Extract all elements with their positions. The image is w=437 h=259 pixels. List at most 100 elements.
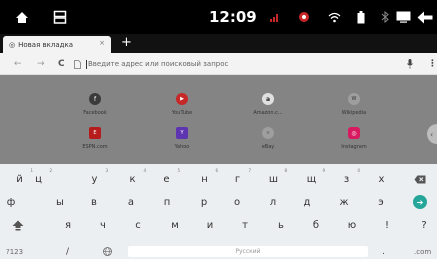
shortcut-ebay[interactable]: e eBay [243, 127, 293, 150]
key-label: ш [268, 173, 279, 185]
key-ц[interactable]: ц2 [19, 168, 58, 190]
key-label: к [129, 173, 136, 185]
tab-close-icon[interactable]: × [99, 39, 105, 47]
recents-icon[interactable] [52, 0, 68, 34]
address-placeholder: Введите адрес или поисковый запрос [88, 60, 229, 68]
vpn-icon [297, 0, 311, 34]
key-ь[interactable]: ь [270, 214, 292, 236]
key-label: г [234, 173, 241, 185]
browser-toolbar: ← → C Введите адрес или поисковый запрос… [0, 53, 437, 75]
key-э[interactable]: э [370, 191, 392, 213]
new-tab-page: f Facebook ▶ YouTube a Amazon.c... W Wik… [0, 75, 437, 164]
shortcut-yahoo[interactable]: Y Yahoo [157, 127, 207, 150]
key-hint: 2 [49, 168, 52, 173]
key-label: е [163, 173, 170, 185]
shortcut-youtube[interactable]: ▶ YouTube [157, 93, 207, 116]
key-р[interactable]: р [193, 191, 215, 213]
key-label: ц [35, 173, 42, 185]
key-hint: 0 [357, 168, 360, 173]
key-с[interactable]: с [127, 214, 149, 236]
key-о[interactable]: о [226, 191, 248, 213]
status-bar: 12:09 [0, 0, 437, 34]
tab-new-tab[interactable]: ◎ Новая вкладка × [3, 36, 111, 53]
amazon-icon: a [262, 93, 274, 105]
key-г[interactable]: г7 [218, 168, 257, 190]
key-hint: 7 [248, 168, 251, 173]
key-и[interactable]: и [199, 214, 221, 236]
shortcut-label: Instagram [341, 144, 367, 150]
facebook-icon: f [89, 93, 101, 105]
text-cursor [86, 59, 87, 69]
key-б[interactable]: б [305, 214, 327, 236]
key-ф[interactable]: ф [0, 191, 22, 213]
menu-icon[interactable]: ⋮ [428, 53, 437, 75]
key-ш[interactable]: ш8 [254, 168, 293, 190]
key-ю[interactable]: ю [341, 214, 363, 236]
back-arrow-icon[interactable] [416, 0, 434, 34]
key-exclamation[interactable]: ! [376, 214, 398, 236]
shortcut-amazon[interactable]: a Amazon.c... [243, 93, 293, 116]
key-ы[interactable]: ы [49, 191, 71, 213]
screen-icon [394, 0, 412, 34]
back-icon[interactable]: ← [14, 53, 22, 75]
key-х[interactable]: х [362, 168, 401, 190]
key-у[interactable]: у3 [75, 168, 114, 190]
page-info-icon [74, 53, 81, 75]
shortcut-label: Facebook [83, 110, 107, 116]
address-bar[interactable]: Введите адрес или поисковый запрос [86, 57, 228, 71]
wifi-icon [327, 0, 341, 34]
key-question[interactable]: ? [413, 214, 435, 236]
signal-icon [268, 0, 282, 34]
screen: 12:09 ◎ Новая вкладка × + ← → C Введите … [0, 0, 437, 259]
symbols-key[interactable]: ?123 [6, 246, 23, 257]
globe-icon[interactable] [103, 246, 112, 257]
clock-time: 12:09 [209, 8, 257, 26]
reload-icon[interactable]: C [58, 53, 65, 75]
instagram-icon: ◎ [348, 127, 360, 139]
home-icon[interactable] [14, 0, 30, 34]
key-label: х [378, 173, 385, 185]
key-slash[interactable]: / [66, 246, 69, 257]
shortcut-espn[interactable]: E ESPN.com [70, 127, 120, 150]
key-я[interactable]: я [57, 214, 79, 236]
shortcut-label: ESPN.com [82, 144, 108, 150]
key-т[interactable]: т [234, 214, 256, 236]
key-щ[interactable]: щ9 [292, 168, 331, 190]
shortcut-facebook[interactable]: f Facebook [70, 93, 120, 116]
key-з[interactable]: з0 [327, 168, 366, 190]
key-hint: 5 [177, 168, 180, 173]
key-label: з [343, 173, 350, 185]
wikipedia-icon: W [348, 93, 360, 105]
key-label: у [91, 173, 98, 185]
key-period[interactable]: . [382, 246, 385, 257]
key-dot-com[interactable]: .com [414, 246, 431, 257]
shift-icon[interactable] [0, 214, 36, 236]
yahoo-icon: Y [176, 127, 188, 139]
key-ж[interactable]: ж [333, 191, 355, 213]
enter-arrow-icon[interactable]: ➔ [413, 195, 427, 209]
backspace-icon[interactable] [403, 168, 437, 190]
shortcut-label: Yahoo [174, 144, 190, 150]
shortcut-instagram[interactable]: ◎ Instagram [329, 127, 379, 150]
microphone-icon[interactable] [407, 53, 413, 75]
key-ч[interactable]: ч [92, 214, 114, 236]
key-label: н [201, 173, 208, 185]
shortcut-wikipedia[interactable]: W Wikipedia [329, 93, 379, 116]
key-л[interactable]: л [262, 191, 284, 213]
key-е[interactable]: е5 [147, 168, 186, 190]
youtube-icon: ▶ [176, 93, 188, 105]
battery-icon [355, 0, 367, 34]
new-tab-button[interactable]: + [121, 35, 132, 50]
key-д[interactable]: д [296, 191, 318, 213]
key-п[interactable]: п [156, 191, 178, 213]
key-hint: 3 [105, 168, 108, 173]
shortcut-label: Wikipedia [341, 110, 367, 116]
forward-icon[interactable]: → [37, 53, 45, 75]
key-в[interactable]: в [83, 191, 105, 213]
key-а[interactable]: а [120, 191, 142, 213]
key-м[interactable]: м [164, 214, 186, 236]
tab-title: Новая вкладка [18, 40, 73, 49]
bluetooth-icon [379, 0, 391, 34]
space-key[interactable]: Русский [128, 246, 368, 257]
espn-icon: E [89, 127, 101, 139]
